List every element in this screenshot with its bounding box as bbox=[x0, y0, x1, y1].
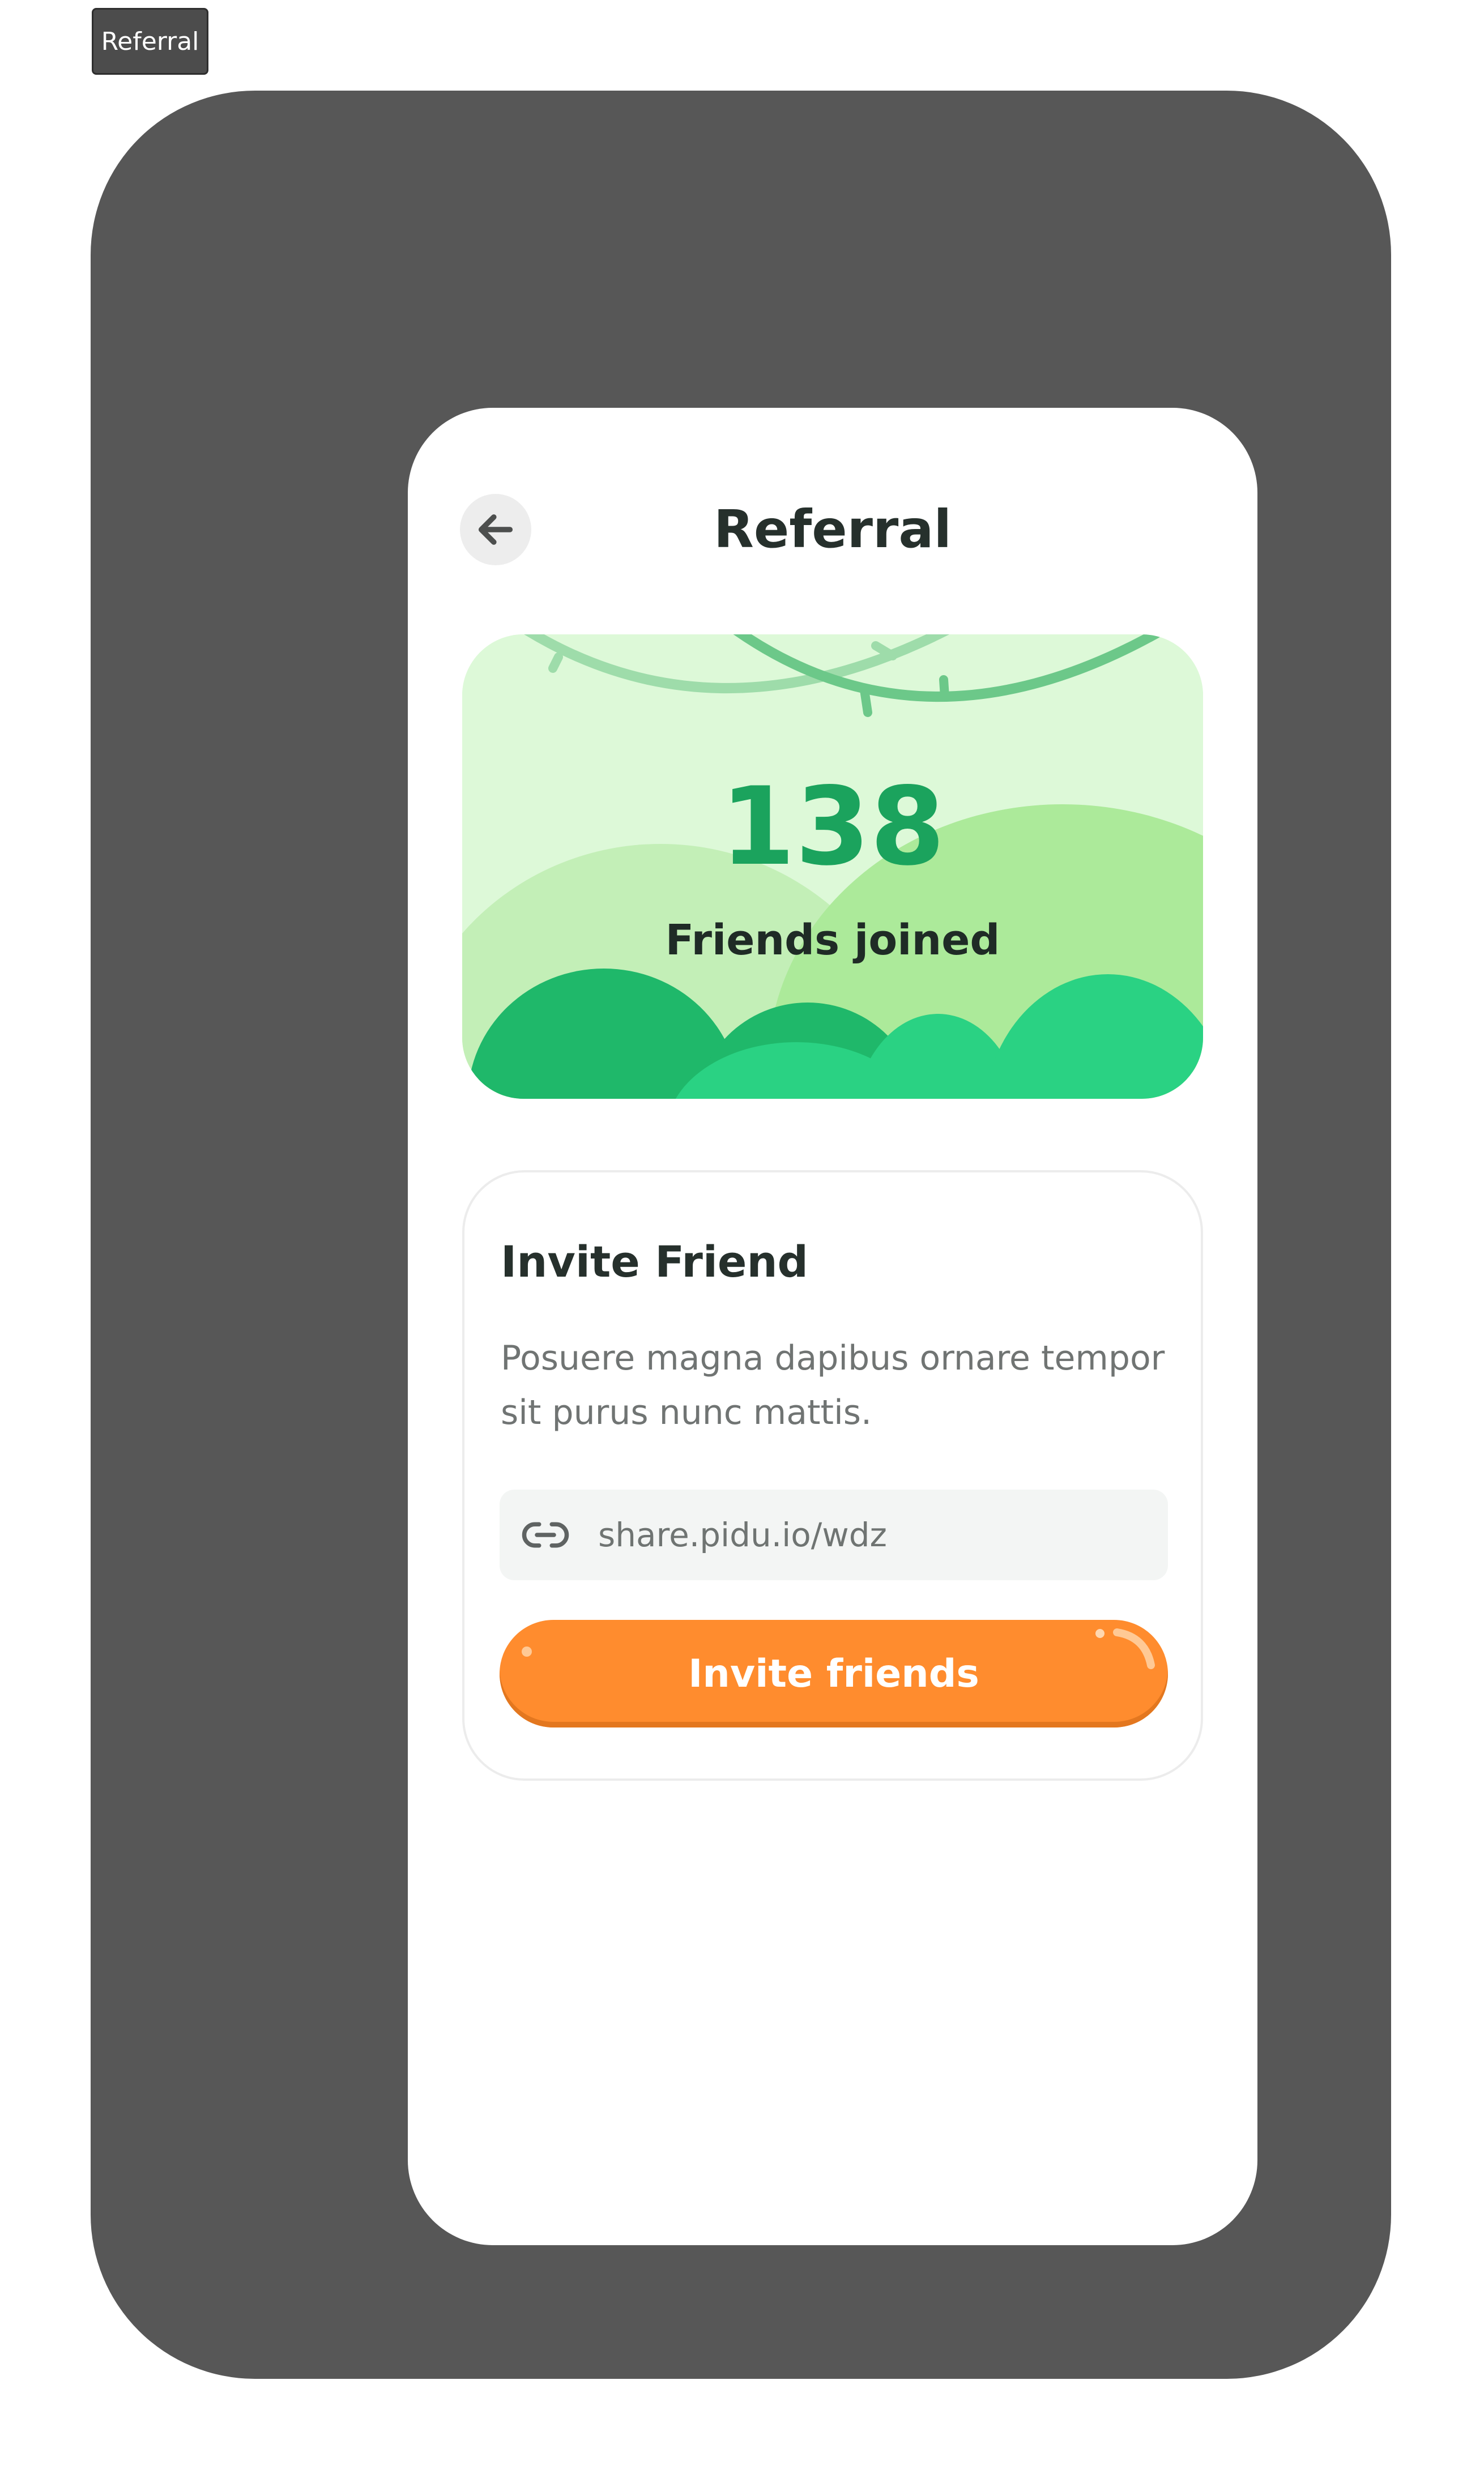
invite-friends-label: Invite friends bbox=[688, 1651, 979, 1696]
referral-link-text: share.pidu.io/wdz bbox=[598, 1516, 887, 1554]
invite-friends-button[interactable]: Invite friends bbox=[500, 1620, 1168, 1727]
device-frame: Referral 138 Friends joined Invite Frien… bbox=[91, 91, 1391, 2379]
referral-link-field[interactable]: share.pidu.io/wdz bbox=[500, 1490, 1168, 1580]
friends-joined-label: Friends joined bbox=[665, 916, 1000, 965]
page-title: Referral bbox=[713, 499, 952, 560]
screen-name-tag: Referral bbox=[92, 8, 208, 75]
friends-joined-count: 138 bbox=[720, 764, 945, 889]
link-icon bbox=[522, 1522, 569, 1548]
invite-card-title: Invite Friend bbox=[501, 1236, 808, 1287]
referral-stats-banner: 138 Friends joined bbox=[462, 634, 1203, 1099]
invite-friend-card: Invite Friend Posuere magna dapibus orna… bbox=[462, 1170, 1203, 1781]
phone-screen: Referral 138 Friends joined Invite Frien… bbox=[408, 408, 1257, 2245]
invite-card-description: Posuere magna dapibus ornare tempor sit … bbox=[501, 1338, 1165, 1432]
